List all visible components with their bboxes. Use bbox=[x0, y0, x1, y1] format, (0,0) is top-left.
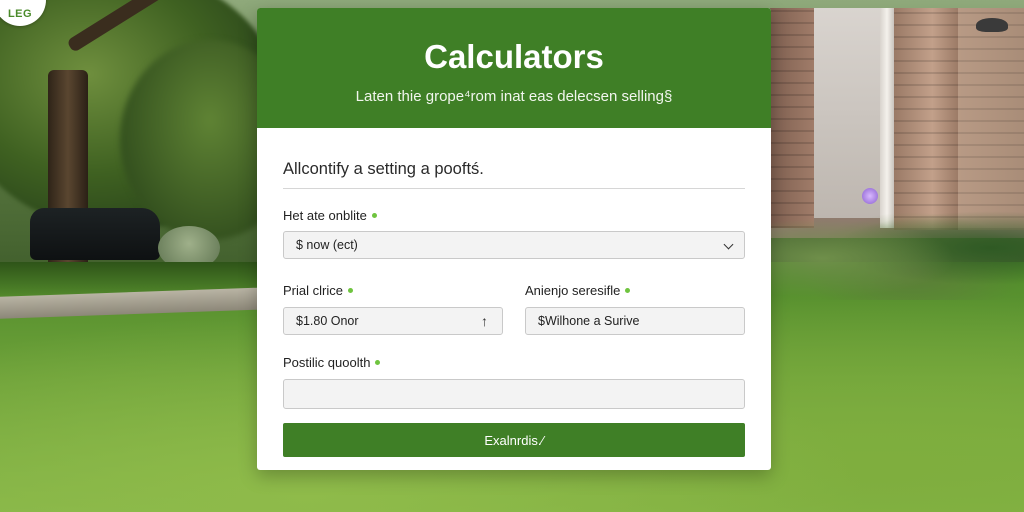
card-header: Calculators Laten thie grope⁴rom inat ea… bbox=[257, 8, 771, 128]
field-group-first: Het ate onblite $ now (ect) bbox=[283, 208, 745, 259]
field-label-text: Het ate onblite bbox=[283, 208, 367, 223]
page-title: Calculators bbox=[424, 37, 604, 75]
section-title: Allcontify a setting a pooftś. bbox=[283, 160, 745, 189]
field-group-price: Prial clrice $1.80 Onor ↑ bbox=[283, 283, 503, 335]
card-body: Allcontify a setting a pooftś. Het ate o… bbox=[257, 160, 771, 457]
flower-icon bbox=[862, 188, 878, 204]
garden-bushes bbox=[770, 196, 1024, 300]
page-subtitle: Laten thie grope⁴rom inat eas delecsen s… bbox=[355, 87, 673, 105]
service-input[interactable]: $Wilhone a Surive bbox=[525, 307, 745, 335]
porch-lamp-icon bbox=[976, 18, 1008, 32]
first-select[interactable]: $ now (ect) bbox=[283, 231, 745, 259]
field-group-quote: Postilic quoolth bbox=[283, 355, 745, 409]
parked-car bbox=[30, 208, 160, 260]
field-label: Anienjo seresifle bbox=[525, 283, 745, 298]
field-label: Prial clrice bbox=[283, 283, 503, 298]
house-doorway bbox=[814, 8, 880, 218]
brick-column-left bbox=[770, 8, 814, 228]
logo-text: LEG bbox=[7, 8, 33, 20]
up-arrow-icon[interactable]: ↑ bbox=[481, 313, 488, 329]
required-dot-icon bbox=[625, 288, 631, 293]
quote-input[interactable] bbox=[283, 379, 745, 409]
field-label: Postilic quoolth bbox=[283, 355, 745, 370]
field-group-service: Anienjo seresifle $Wilhone a Surive bbox=[525, 283, 745, 335]
chevron-down-icon bbox=[723, 239, 734, 250]
field-label-text: Prial clrice bbox=[283, 283, 343, 298]
select-value: $ now (ect) bbox=[296, 238, 358, 252]
price-input[interactable]: $1.80 Onor ↑ bbox=[283, 307, 503, 335]
field-label-text: Anienjo seresifle bbox=[525, 283, 621, 298]
field-row-two: Prial clrice $1.80 Onor ↑ Anienjo seresi… bbox=[283, 283, 745, 335]
porch-pillar bbox=[880, 8, 894, 228]
field-label-text: Postilic quoolth bbox=[283, 355, 371, 370]
required-dot-icon bbox=[375, 360, 381, 365]
required-dot-icon bbox=[371, 213, 377, 218]
calculator-card: Calculators Laten thie grope⁴rom inat ea… bbox=[257, 8, 771, 470]
required-dot-icon bbox=[347, 288, 353, 293]
input-value: $1.80 Onor bbox=[296, 314, 359, 328]
input-value: $Wilhone a Surive bbox=[538, 314, 640, 328]
field-label: Het ate onblite bbox=[283, 208, 745, 223]
submit-button[interactable]: Exalnrdis.∕ bbox=[283, 423, 745, 457]
